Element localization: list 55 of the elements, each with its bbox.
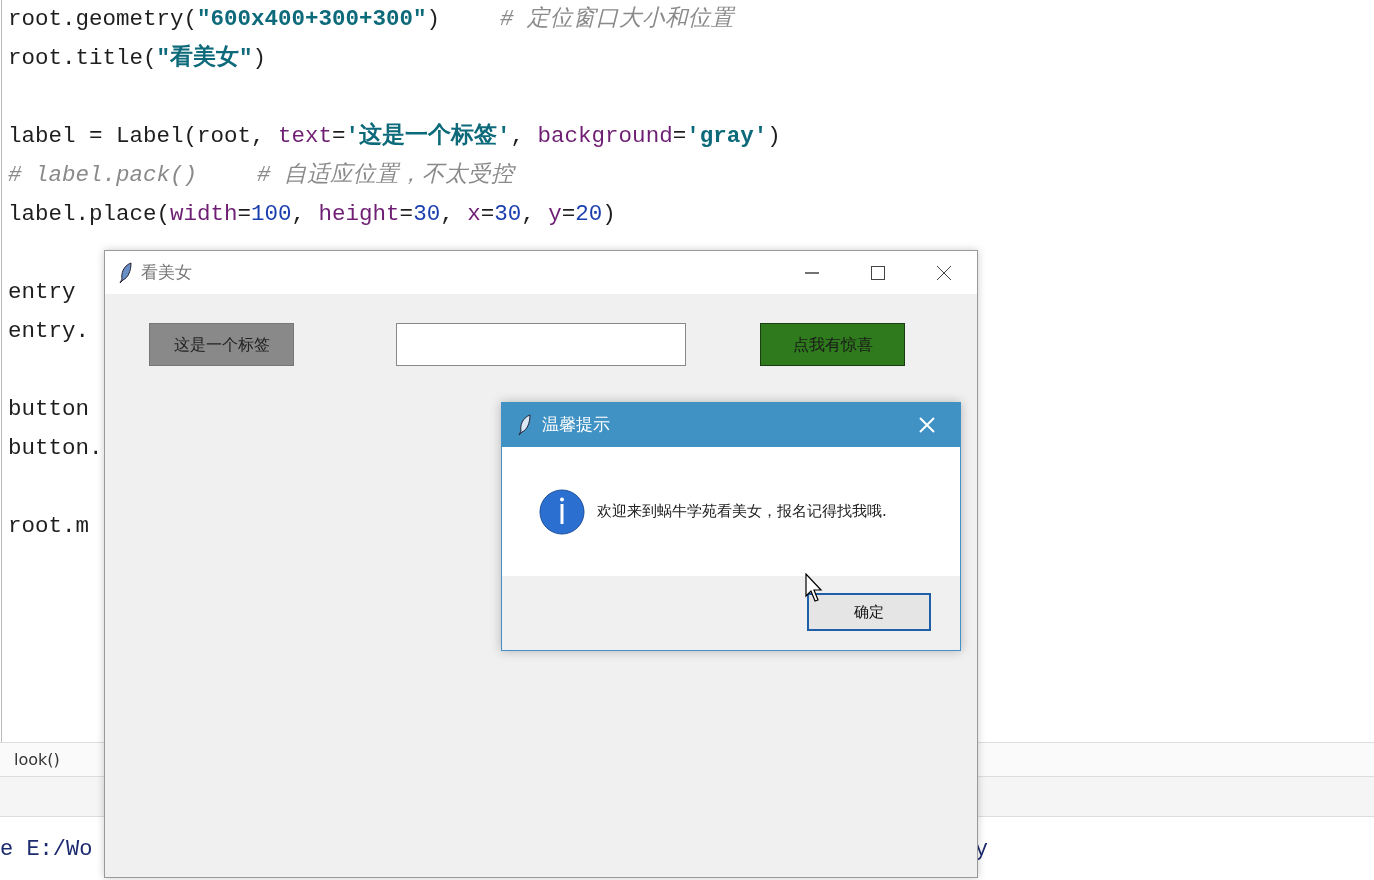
code-text: ) — [252, 45, 267, 71]
code-text: ) — [767, 123, 781, 149]
input-field[interactable] — [396, 323, 686, 366]
code-text: , — [510, 123, 526, 149]
code-text: 100 — [251, 201, 292, 227]
code-text: 30 — [494, 201, 522, 227]
widget-label: 这是一个标签 — [149, 323, 294, 366]
feather-icon — [119, 261, 133, 284]
code-text: root.geometry( — [8, 6, 198, 32]
code-text: = — [237, 201, 252, 227]
code-text: width — [170, 201, 238, 227]
code-text: label = Label(root, — [8, 123, 266, 149]
code-text: button — [8, 396, 89, 422]
code-text: background — [537, 123, 673, 149]
code-text: x — [467, 201, 481, 227]
code-text: height — [318, 201, 400, 227]
code-text: , — [440, 201, 455, 227]
code-text: ) — [426, 6, 441, 32]
code-comment: # 定位窗口大小和位置 — [500, 6, 735, 32]
code-text: ) — [602, 201, 616, 227]
code-text: , — [521, 201, 536, 227]
code-text: button. — [8, 435, 103, 461]
code-text: root.m — [8, 513, 89, 539]
code-text: "600x400+300+300" — [197, 6, 427, 32]
code-text: entry. — [8, 318, 89, 344]
maximize-icon — [870, 264, 886, 281]
dialog-title: 温馨提示 — [542, 413, 610, 437]
close-icon — [918, 416, 936, 434]
console-text: e E:/Wo — [0, 835, 93, 864]
panel-tab[interactable]: look() — [14, 750, 60, 769]
minimize-icon — [804, 271, 820, 274]
dialog-message: 欢迎来到蜗牛学苑看美女，报名记得找我哦. — [597, 501, 887, 523]
code-text: = — [399, 201, 414, 227]
close-icon — [936, 264, 952, 281]
code-text: root.title( — [8, 45, 157, 71]
code-text: = — [561, 201, 576, 227]
code-text: 30 — [413, 201, 441, 227]
window-title: 看美女 — [141, 260, 192, 284]
code-text: 'gray' — [686, 123, 768, 149]
code-text: "看美女" — [156, 45, 253, 71]
code-comment: # label.pack() — [8, 162, 198, 188]
feather-icon — [518, 414, 532, 436]
code-text: = — [672, 123, 687, 149]
code-text: '这是一个标签' — [345, 123, 511, 149]
code-text: text — [278, 123, 333, 149]
code-text: y — [548, 201, 562, 227]
code-text: = — [480, 201, 495, 227]
code-text: label.place( — [8, 201, 171, 227]
ok-button[interactable]: 确定 — [807, 593, 931, 631]
code-text: 20 — [575, 201, 603, 227]
code-text: entry — [8, 279, 76, 305]
code-text: = — [332, 123, 346, 149]
info-icon — [539, 488, 585, 535]
code-text: , — [291, 201, 307, 227]
code-comment: # 自适应位置，不太受控 — [257, 162, 515, 188]
